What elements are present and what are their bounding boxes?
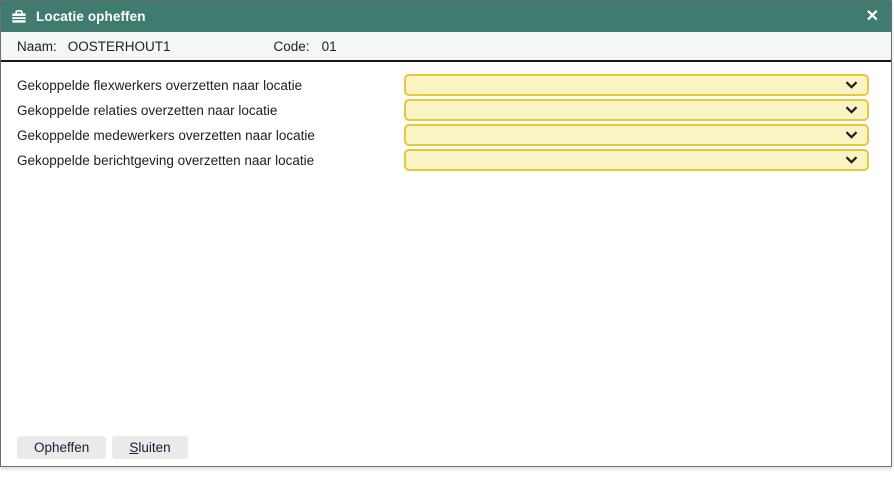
chevron-down-icon: [845, 131, 858, 139]
code-value: 01: [322, 39, 337, 54]
toolbox-icon: [11, 9, 27, 24]
locatie-opheffen-dialog: Locatie opheffen ✕ Naam: OOSTERHOUT1 Cod…: [0, 0, 892, 467]
transfer-form: Gekoppelde flexwerkers overzetten naar l…: [1, 62, 891, 171]
opheffen-button-label: Opheffen: [34, 440, 89, 455]
close-icon[interactable]: ✕: [866, 9, 879, 25]
naam-label: Naam:: [17, 39, 57, 54]
opheffen-button[interactable]: Opheffen: [17, 436, 106, 459]
relaties-label: Gekoppelde relaties overzetten naar loca…: [17, 103, 277, 118]
chevron-down-icon: [845, 106, 858, 114]
medewerkers-label: Gekoppelde medewerkers overzetten naar l…: [17, 128, 315, 143]
berichtgeving-label: Gekoppelde berichtgeving overzetten naar…: [17, 153, 314, 168]
dialog-title: Locatie opheffen: [36, 9, 146, 24]
dialog-titlebar: Locatie opheffen ✕: [1, 1, 891, 32]
sluiten-accesskey: S: [129, 440, 138, 455]
naam-value: OOSTERHOUT1: [68, 39, 171, 54]
relaties-select[interactable]: [404, 99, 869, 121]
sluiten-button[interactable]: Sluiten: [112, 436, 187, 459]
form-row-berichtgeving: Gekoppelde berichtgeving overzetten naar…: [17, 149, 869, 171]
flexwerkers-select[interactable]: [404, 74, 869, 96]
berichtgeving-select[interactable]: [404, 149, 869, 171]
chevron-down-icon: [845, 81, 858, 89]
footer-buttons: Opheffen Sluiten: [17, 436, 188, 459]
sluiten-button-label: luiten: [138, 440, 170, 455]
form-row-medewerkers: Gekoppelde medewerkers overzetten naar l…: [17, 124, 869, 146]
form-row-relaties: Gekoppelde relaties overzetten naar loca…: [17, 99, 869, 121]
form-row-flexwerkers: Gekoppelde flexwerkers overzetten naar l…: [17, 74, 869, 96]
medewerkers-select[interactable]: [404, 124, 869, 146]
flexwerkers-label: Gekoppelde flexwerkers overzetten naar l…: [17, 78, 302, 93]
info-bar: Naam: OOSTERHOUT1 Code: 01: [1, 32, 891, 62]
chevron-down-icon: [845, 156, 858, 164]
code-label: Code:: [274, 39, 310, 54]
